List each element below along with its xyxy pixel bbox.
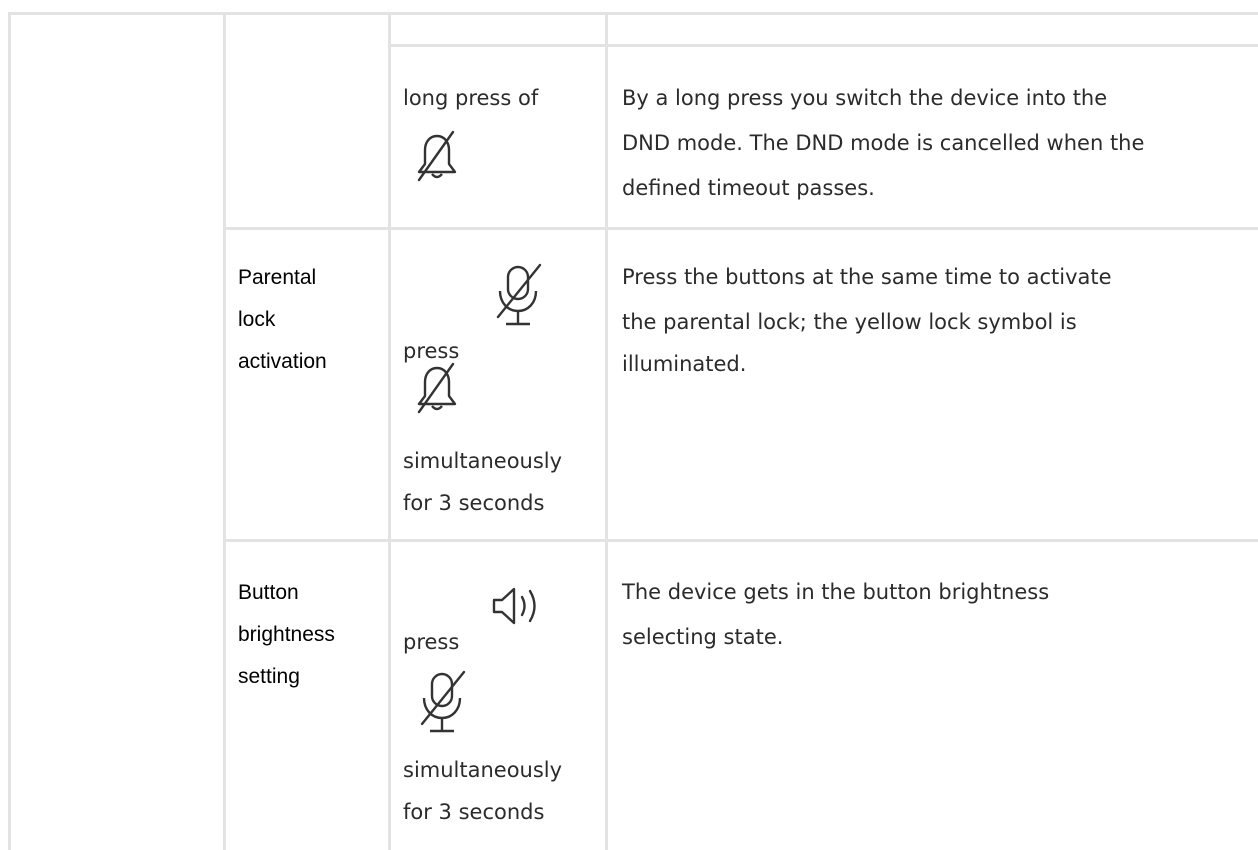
feature-label-line: lock bbox=[238, 308, 276, 331]
action-text: simultaneously bbox=[403, 758, 563, 782]
description-line: the parental lock; the yellow lock symbo… bbox=[622, 310, 1077, 334]
description-line: illuminated. bbox=[622, 352, 747, 376]
row-divider bbox=[226, 227, 1258, 230]
bell-slash-icon bbox=[415, 128, 459, 184]
column-divider bbox=[388, 12, 391, 850]
description-line: Press the buttons at the same time to ac… bbox=[622, 265, 1112, 289]
feature-label-line: Button bbox=[238, 581, 299, 604]
description-line: DND mode. The DND mode is cancelled when… bbox=[622, 131, 1145, 155]
description-line: By a long press you switch the device in… bbox=[622, 86, 1108, 110]
feature-label-line: activation bbox=[238, 350, 327, 373]
feature-label-line: brightness bbox=[238, 623, 335, 646]
bell-slash-icon bbox=[415, 360, 459, 416]
row-divider bbox=[226, 539, 1258, 542]
column-divider bbox=[8, 12, 11, 850]
column-divider bbox=[223, 12, 226, 850]
table-border-top bbox=[8, 12, 1258, 15]
feature-label-line: Parental bbox=[238, 266, 317, 289]
action-text: long press of bbox=[403, 86, 539, 110]
description-line: The device gets in the button brightness bbox=[622, 580, 1050, 604]
column-divider bbox=[605, 12, 608, 850]
feature-label-line: setting bbox=[238, 665, 300, 688]
microphone-slash-icon bbox=[412, 668, 472, 738]
description-line: selecting state. bbox=[622, 625, 784, 649]
microphone-slash-icon bbox=[488, 261, 548, 331]
action-text: for 3 seconds bbox=[403, 491, 545, 515]
speaker-icon bbox=[488, 584, 548, 628]
action-text: for 3 seconds bbox=[403, 800, 545, 824]
description-line: defined timeout passes. bbox=[622, 176, 875, 200]
row-divider bbox=[388, 44, 1258, 47]
action-text: simultaneously bbox=[403, 449, 563, 473]
action-text: press bbox=[403, 630, 460, 654]
